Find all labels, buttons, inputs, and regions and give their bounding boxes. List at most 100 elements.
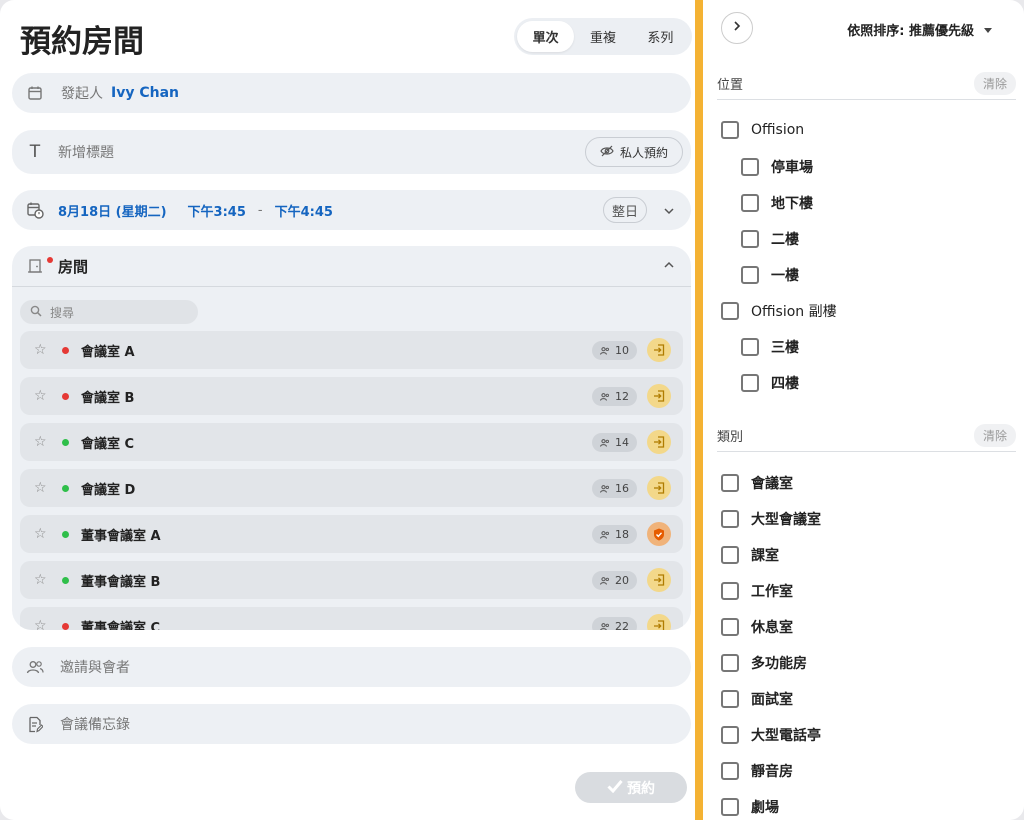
favorite-star-icon[interactable]: ☆ <box>34 434 50 450</box>
time-separator: - <box>257 202 263 218</box>
people-icon <box>600 392 609 401</box>
chevron-up-icon[interactable] <box>663 259 675 274</box>
end-time[interactable]: 下午4:45 <box>275 201 333 220</box>
title-input[interactable]: 新增標題 <box>58 142 114 162</box>
category-option[interactable]: 大型會議室 <box>721 509 821 529</box>
location-option[interactable]: 二樓 <box>741 229 799 249</box>
location-option[interactable]: 地下樓 <box>741 193 813 213</box>
availability-dot <box>62 346 69 354</box>
category-option[interactable]: 多功能房 <box>721 653 807 673</box>
checkbox[interactable] <box>741 158 759 176</box>
option-label: 停車場 <box>771 160 813 176</box>
room-row[interactable]: ☆ 會議室 A 10 <box>20 331 683 369</box>
room-row[interactable]: ☆ 董事會議室 A 18 <box>20 515 683 553</box>
title-field[interactable]: T 新增標題 私人預約 <box>12 130 691 174</box>
checkbox[interactable] <box>741 194 759 212</box>
checkbox[interactable] <box>721 510 739 528</box>
category-option[interactable]: 劇場 <box>721 797 779 817</box>
checkbox[interactable] <box>741 374 759 392</box>
location-option[interactable]: Offision 副樓 <box>721 301 837 321</box>
category-title: 類別 <box>717 430 744 445</box>
favorite-star-icon[interactable]: ☆ <box>34 526 50 542</box>
chevron-down-icon[interactable] <box>663 202 675 221</box>
organizer-name[interactable]: Ivy Chan <box>111 85 179 101</box>
checkbox[interactable] <box>721 121 739 139</box>
enter-room-icon[interactable] <box>647 614 671 630</box>
datetime-field[interactable]: 8月18日 (星期二) 下午3:45 - 下午4:45 整日 <box>12 190 691 230</box>
location-option[interactable]: Offision <box>721 121 804 139</box>
favorite-star-icon[interactable]: ☆ <box>34 342 50 358</box>
shield-check-icon[interactable] <box>647 522 671 546</box>
collapse-panel-button[interactable] <box>721 12 753 44</box>
location-option[interactable]: 一樓 <box>741 265 799 285</box>
room-row[interactable]: ☆ 會議室 B 12 <box>20 377 683 415</box>
checkbox[interactable] <box>741 338 759 356</box>
rooms-header[interactable]: 房間 <box>12 246 691 287</box>
date-value[interactable]: 8月18日 (星期二) <box>58 201 167 220</box>
calendar-icon <box>12 85 58 101</box>
location-option[interactable]: 四樓 <box>741 373 799 393</box>
room-row[interactable]: ☆ 董事會議室 B 20 <box>20 561 683 599</box>
location-option[interactable]: 三樓 <box>741 337 799 357</box>
favorite-star-icon[interactable]: ☆ <box>34 572 50 588</box>
checkbox[interactable] <box>721 798 739 816</box>
checkbox[interactable] <box>721 690 739 708</box>
notes-input[interactable]: 會議備忘錄 <box>60 714 130 734</box>
category-option[interactable]: 休息室 <box>721 617 793 637</box>
segment-series[interactable]: 系列 <box>632 21 689 52</box>
option-label: 三樓 <box>771 340 799 356</box>
category-section-header: 類別 清除 <box>717 420 1016 452</box>
location-clear-button[interactable]: 清除 <box>973 72 1016 95</box>
room-row[interactable]: ☆ 會議室 D 16 <box>20 469 683 507</box>
room-row[interactable]: ☆ 董事會議室 C 22 <box>20 607 683 630</box>
enter-room-icon[interactable] <box>647 430 671 454</box>
category-clear-button[interactable]: 清除 <box>973 424 1016 447</box>
invite-field[interactable]: 邀請與會者 <box>12 647 691 687</box>
checkbox[interactable] <box>741 230 759 248</box>
rooms-heading: 房間 <box>58 257 89 276</box>
checkbox[interactable] <box>721 546 739 564</box>
checkbox[interactable] <box>721 618 739 636</box>
checkbox[interactable] <box>721 582 739 600</box>
checkbox[interactable] <box>721 474 739 492</box>
enter-room-icon[interactable] <box>647 338 671 362</box>
text-icon: T <box>29 142 41 162</box>
start-time[interactable]: 下午3:45 <box>188 201 246 220</box>
all-day-toggle[interactable]: 整日 <box>602 197 647 223</box>
checkbox[interactable] <box>721 654 739 672</box>
option-label: 二樓 <box>771 232 799 248</box>
option-label: 四樓 <box>771 376 799 392</box>
checkbox[interactable] <box>741 266 759 284</box>
room-search-input[interactable]: 搜尋 <box>20 300 198 324</box>
category-option[interactable]: 面試室 <box>721 689 793 709</box>
favorite-star-icon[interactable]: ☆ <box>34 480 50 496</box>
people-icon <box>600 530 609 539</box>
room-row[interactable]: ☆ 會議室 C 14 <box>20 423 683 461</box>
category-option[interactable]: 工作室 <box>721 581 793 601</box>
notes-field[interactable]: 會議備忘錄 <box>12 704 691 744</box>
note-edit-icon <box>12 716 58 733</box>
enter-room-icon[interactable] <box>647 384 671 408</box>
invite-input[interactable]: 邀請與會者 <box>60 657 130 677</box>
capacity-badge: 20 <box>592 571 637 590</box>
sort-dropdown[interactable]: 依照排序: 推薦優先級 <box>847 20 992 39</box>
checkbox[interactable] <box>721 302 739 320</box>
category-option[interactable]: 大型電話亭 <box>721 725 821 745</box>
book-button[interactable]: 預約 <box>575 772 687 803</box>
category-option[interactable]: 靜音房 <box>721 761 793 781</box>
checkbox[interactable] <box>721 726 739 744</box>
segment-single[interactable]: 單次 <box>517 21 575 52</box>
people-icon <box>600 622 609 630</box>
favorite-star-icon[interactable]: ☆ <box>34 618 50 630</box>
private-booking-button[interactable]: 私人預約 <box>584 137 683 167</box>
checkbox[interactable] <box>721 762 739 780</box>
location-option[interactable]: 停車場 <box>741 157 813 177</box>
enter-room-icon[interactable] <box>647 568 671 592</box>
favorite-star-icon[interactable]: ☆ <box>34 388 50 404</box>
enter-room-icon[interactable] <box>647 476 671 500</box>
organizer-field[interactable]: 發起人 Ivy Chan <box>12 73 691 113</box>
option-label: Offision 副樓 <box>751 304 837 320</box>
category-option[interactable]: 課室 <box>721 545 779 565</box>
category-option[interactable]: 會議室 <box>721 473 793 493</box>
segment-repeat[interactable]: 重複 <box>574 21 631 52</box>
